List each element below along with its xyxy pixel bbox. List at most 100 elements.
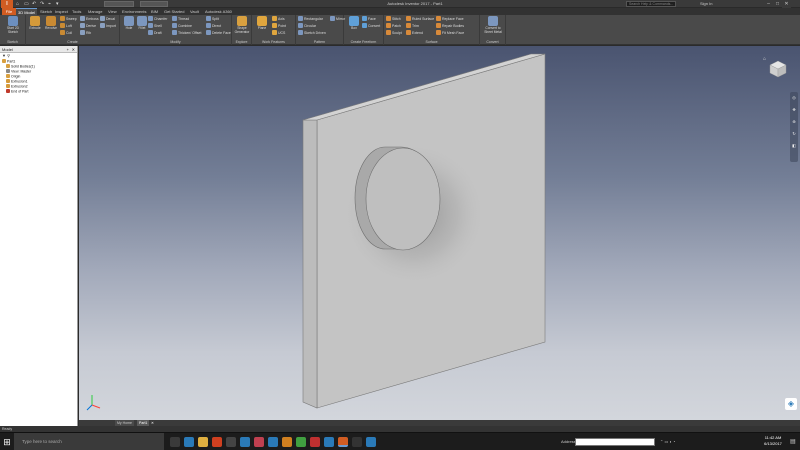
tree-item-end-of-part[interactable]: End of Part: [0, 89, 77, 94]
extend-button[interactable]: Extend: [406, 30, 423, 37]
face-button[interactable]: Face: [362, 16, 376, 23]
sign-in-link[interactable]: Sign In: [700, 1, 712, 7]
trim-button[interactable]: Trim: [406, 23, 419, 30]
sculpt-button[interactable]: Sculpt: [386, 30, 402, 37]
loft-button[interactable]: Loft: [60, 23, 72, 30]
app-icon-8[interactable]: [324, 437, 334, 447]
circular-pattern-button[interactable]: Circular: [298, 23, 316, 30]
edge-icon[interactable]: [184, 437, 194, 447]
start-icon[interactable]: ⊞: [0, 433, 14, 450]
app-icon-3[interactable]: [254, 437, 264, 447]
browser-add-icon[interactable]: +: [67, 46, 69, 53]
stitch-button[interactable]: Stitch: [386, 16, 401, 23]
app-icon-2[interactable]: [240, 437, 250, 447]
combine-button[interactable]: Combine: [172, 23, 192, 30]
app-icon-1[interactable]: [226, 437, 236, 447]
redo-icon[interactable]: ↷: [40, 1, 44, 7]
filter-icon[interactable]: ▼: [2, 53, 6, 58]
orbit-icon[interactable]: ↻: [792, 132, 796, 136]
repair-bodies-button[interactable]: Repair Bodies: [436, 23, 464, 30]
look-at-icon[interactable]: ◧: [792, 144, 796, 148]
plane-button[interactable]: Plane: [253, 16, 271, 38]
address-input[interactable]: [575, 438, 655, 446]
minimize-icon[interactable]: –: [764, 0, 773, 8]
app-icon-5[interactable]: [282, 437, 292, 447]
app-icon-6[interactable]: [296, 437, 306, 447]
select-icon[interactable]: ⌁: [48, 1, 51, 7]
tab-file[interactable]: File: [2, 8, 16, 15]
tab-vault[interactable]: Vault: [188, 8, 201, 15]
derive-button[interactable]: Derive: [80, 23, 96, 30]
decal-button[interactable]: Decal: [100, 16, 115, 23]
cortana-search-box[interactable]: Type here to search: [14, 433, 164, 450]
start-2d-sketch-button[interactable]: Start 2D Sketch: [4, 16, 22, 38]
coil-button[interactable]: Coil: [60, 30, 72, 37]
tab-view[interactable]: View: [106, 8, 119, 15]
system-clock[interactable]: 11:42 AM 6/13/2017: [758, 435, 788, 447]
zoom-icon[interactable]: ⊕: [792, 120, 796, 124]
search-input[interactable]: Search Help & Commands...: [626, 1, 676, 7]
plate-side-face[interactable]: [302, 119, 318, 409]
undo-icon[interactable]: ↶: [32, 1, 36, 7]
shape-generator-button[interactable]: Shape Generator: [233, 16, 251, 38]
steering-wheel-icon[interactable]: ◎: [792, 96, 796, 100]
thicken-offset-button[interactable]: Thicken/ Offset: [172, 30, 201, 37]
delete-face-button[interactable]: Delete Face: [206, 30, 231, 37]
mirror-button[interactable]: Mirror: [330, 16, 345, 23]
tab-inspect[interactable]: Inspect: [53, 8, 70, 15]
chamfer-button[interactable]: Chamfer: [148, 16, 167, 23]
tab-environments[interactable]: Environments: [120, 8, 148, 15]
graphics-viewport[interactable]: ⌂ ◈: [79, 46, 800, 420]
point-button[interactable]: Point: [272, 23, 286, 30]
convert-to-sheet-metal-button[interactable]: Convert to Sheet Metal: [484, 16, 502, 38]
home-icon[interactable]: ⌂: [16, 1, 19, 7]
rectangular-pattern-button[interactable]: Rectangular: [298, 16, 323, 23]
tab-autodesk-a360[interactable]: Autodesk A360: [203, 8, 234, 15]
thread-button[interactable]: Thread: [172, 16, 189, 23]
new-icon[interactable]: ▭: [24, 1, 29, 7]
ruled-surface-button[interactable]: Ruled Surface: [406, 16, 434, 23]
tab-3d-model[interactable]: 3D Model: [16, 8, 38, 15]
tab-bim[interactable]: BIM: [149, 8, 160, 15]
split-button[interactable]: Split: [206, 16, 219, 23]
material-dropdown[interactable]: [104, 1, 134, 7]
sketch-driven-button[interactable]: Sketch Driven: [298, 30, 326, 37]
inventor-taskbar-icon[interactable]: [338, 437, 348, 447]
app-icon-7[interactable]: [310, 437, 320, 447]
close-icon[interactable]: ✕: [782, 0, 791, 8]
tab-manage[interactable]: Manage: [86, 8, 104, 15]
sweep-button[interactable]: Sweep: [60, 16, 77, 23]
import-button[interactable]: Import: [100, 23, 116, 30]
direct-button[interactable]: Direct: [206, 23, 221, 30]
help-cube-icon[interactable]: ◈: [785, 398, 797, 410]
convert-freeform-button[interactable]: Convert: [362, 23, 380, 30]
shell-button[interactable]: Shell: [148, 23, 162, 30]
maximize-icon[interactable]: □: [773, 0, 782, 8]
box-button[interactable]: Box: [345, 16, 363, 38]
rib-button[interactable]: Rib: [80, 30, 91, 37]
boss-front-face[interactable]: [365, 147, 441, 251]
app-icon-4[interactable]: [268, 437, 278, 447]
replace-face-button[interactable]: Replace Face: [436, 16, 464, 23]
tray-icons[interactable]: ⌃ ▭ ◖ ◔: [660, 439, 675, 444]
task-view-icon[interactable]: [170, 437, 180, 447]
axis-button[interactable]: Axis: [272, 16, 285, 23]
browser-close-icon[interactable]: ✕: [72, 46, 75, 53]
draft-button[interactable]: Draft: [148, 30, 162, 37]
quick-access-dropdown-icon[interactable]: ▾: [56, 1, 59, 7]
app-logo[interactable]: I: [1, 0, 13, 8]
fit-mesh-face-button[interactable]: Fit Mesh Face: [436, 30, 464, 37]
tab-sketch[interactable]: Sketch: [38, 8, 54, 15]
file-explorer-icon[interactable]: [198, 437, 208, 447]
find-icon[interactable]: ⚲: [7, 53, 10, 58]
pan-icon[interactable]: ✥: [792, 108, 796, 112]
patch-button[interactable]: Patch: [386, 23, 401, 30]
appearance-dropdown[interactable]: [140, 1, 168, 7]
revolve-button[interactable]: Revolve: [42, 16, 60, 38]
viewcube-home-icon[interactable]: ⌂: [763, 56, 766, 62]
tab-tools[interactable]: Tools: [70, 8, 83, 15]
viewcube[interactable]: [769, 60, 787, 78]
tab-get-started[interactable]: Get Started: [162, 8, 186, 15]
app-icon-10[interactable]: [366, 437, 376, 447]
ucs-button[interactable]: UCS: [272, 30, 285, 37]
